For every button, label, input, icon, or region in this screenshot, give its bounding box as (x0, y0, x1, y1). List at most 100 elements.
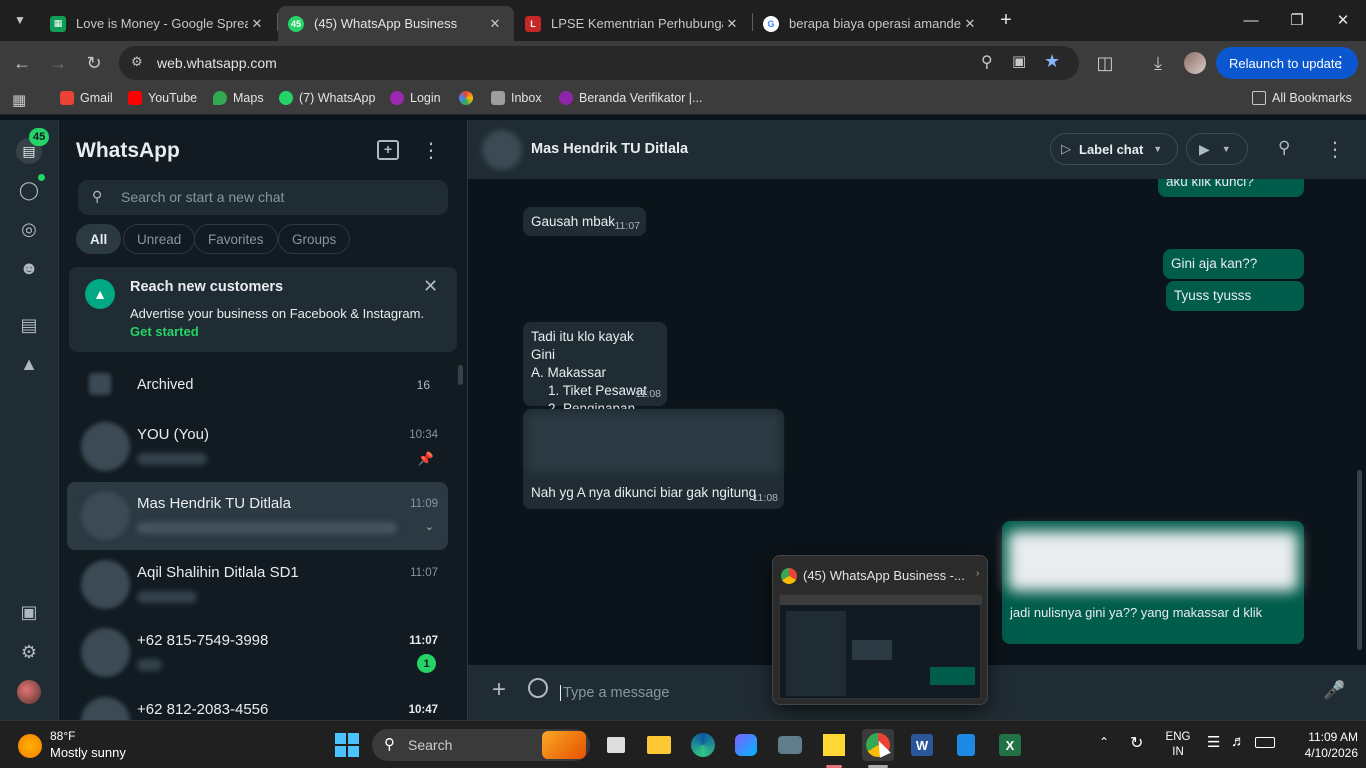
forward-button[interactable]: → (46, 51, 70, 75)
filter-unread[interactable]: Unread (123, 224, 196, 254)
incoming-message[interactable]: Tadi itu klo kayak Gini A. Makassar 1. T… (523, 322, 667, 416)
chat-menu-button[interactable]: ⋮ (1325, 137, 1345, 162)
downloads-button[interactable]: ⤓ (1146, 51, 1170, 75)
advertise-nav-button[interactable]: ▲ (17, 352, 41, 376)
archived-row[interactable]: Archived 16 (67, 365, 448, 405)
promo-link[interactable]: Get started (130, 324, 199, 339)
contact-avatar[interactable] (482, 130, 522, 170)
search-in-chat-button[interactable]: ⚲ (1278, 138, 1290, 158)
settings-nav-button[interactable]: ⚙ (17, 640, 41, 664)
battery-icon[interactable] (1255, 737, 1275, 748)
bookmark-gmail[interactable]: Gmail (60, 91, 113, 105)
outgoing-media-message[interactable]: jadi nulisnya gini ya?? yang makassar d … (1002, 521, 1304, 644)
attach-button[interactable]: + (492, 676, 506, 704)
bookmark-whatsapp[interactable]: (7) WhatsApp (279, 91, 375, 105)
restore-button[interactable]: ❐ (1274, 0, 1320, 40)
close-tab-icon[interactable]: ✕ (961, 16, 979, 32)
voice-message-button[interactable]: 🎤 (1323, 680, 1345, 701)
video-call-button[interactable]: ▶ ▼ (1186, 133, 1248, 165)
filter-all[interactable]: All (76, 224, 122, 254)
weather-widget[interactable]: 88°F Mostly sunny (16, 729, 156, 763)
bookmark-login[interactable]: Login (390, 91, 441, 105)
incoming-message[interactable]: Gausah mbak 11:07 (523, 207, 646, 236)
outgoing-message[interactable]: Tyuss tyusss (1166, 281, 1304, 311)
install-app-icon[interactable]: ▣ (1012, 52, 1026, 70)
all-bookmarks[interactable]: All Bookmarks (1252, 91, 1352, 105)
copilot-icon (735, 734, 757, 756)
chat-row-6281575493998[interactable]: +62 815-7549-3998 11:07 1 (67, 619, 448, 687)
menu-button[interactable]: ⋮ (421, 138, 441, 163)
contact-name[interactable]: Mas Hendrik TU Ditlala (531, 141, 688, 157)
taskbar-thumbnail-preview[interactable]: (45) WhatsApp Business -... › (772, 555, 988, 705)
word-button[interactable]: W (906, 729, 938, 761)
tab-lpse[interactable]: L LPSE Kementrian Perhubungan ✕ (515, 6, 751, 41)
camera-button[interactable] (774, 729, 806, 761)
unread-count-badge: 1 (417, 654, 436, 673)
conversation-scrollbar[interactable] (1357, 470, 1362, 650)
bookmark-star-icon[interactable]: ★ (1044, 51, 1060, 72)
task-view-button[interactable] (600, 729, 632, 761)
chat-row-you[interactable]: YOU (You) 10:34 📌 (67, 413, 448, 481)
apps-grid-icon[interactable]: ▦ (12, 91, 26, 109)
file-explorer-button[interactable] (643, 729, 675, 761)
outgoing-message[interactable]: Gini aja kan?? (1163, 249, 1304, 279)
tab-google-search[interactable]: G berapa biaya operasi amandel - ✕ (753, 6, 989, 41)
taskbar-search[interactable]: ⚲ Search (372, 729, 590, 761)
channels-nav-button[interactable]: ◎ (17, 217, 41, 241)
minimize-button[interactable]: — (1228, 0, 1274, 40)
incoming-media-message[interactable]: Nah yg A nya dikunci biar gak ngitung 11… (523, 409, 784, 509)
tab-whatsapp-business[interactable]: 45 (45) WhatsApp Business ✕ (278, 6, 514, 41)
communities-nav-button[interactable]: ☻ (17, 256, 41, 280)
profile-avatar[interactable] (17, 680, 41, 704)
calculator-button[interactable] (950, 729, 982, 761)
tab-search-button[interactable]: ▼ (8, 8, 32, 32)
chat-row-6281220834556[interactable]: +62 812-2083-4556 10:47 (67, 688, 448, 720)
label-chat-button[interactable]: ▷ Label chat ▼ (1050, 133, 1178, 165)
site-info-icon[interactable]: ⚙ (131, 54, 143, 70)
filter-groups[interactable]: Groups (278, 224, 351, 254)
close-tab-icon[interactable]: ✕ (486, 16, 504, 32)
start-button[interactable] (331, 729, 363, 761)
bookmark-photos[interactable] (459, 91, 479, 105)
bookmark-beranda[interactable]: Beranda Verifikator |... (559, 91, 702, 105)
zoom-icon[interactable]: ⚲ (981, 52, 993, 72)
catalog-nav-button[interactable]: ▤ (17, 313, 41, 337)
close-tab-icon[interactable]: ✕ (248, 16, 266, 32)
new-tab-button[interactable]: + (994, 8, 1018, 32)
close-window-button[interactable]: ✕ (1320, 0, 1366, 40)
close-tab-icon[interactable]: ✕ (723, 16, 741, 32)
sync-tray-icon[interactable]: ↻ (1130, 733, 1143, 753)
reload-button[interactable]: ↻ (82, 51, 106, 75)
address-bar[interactable]: ⚙ web.whatsapp.com ⚲ ▣ ★ (119, 46, 1079, 80)
volume-icon[interactable]: ♬ (1231, 733, 1246, 750)
bookmark-inbox[interactable]: Inbox (491, 91, 542, 105)
relaunch-button[interactable]: Relaunch to update ⋮ (1216, 47, 1358, 79)
bookmark-youtube[interactable]: YouTube (128, 91, 197, 105)
tray-overflow-button[interactable]: ⌃ (1099, 735, 1109, 749)
status-nav-button[interactable]: ◯ (17, 178, 41, 202)
edge-button[interactable] (687, 729, 719, 761)
back-button[interactable]: ← (10, 51, 34, 75)
media-nav-button[interactable]: ▣ (17, 600, 41, 624)
promo-close-button[interactable]: ✕ (423, 276, 438, 297)
chevron-down-icon[interactable]: ⌄ (425, 520, 434, 533)
excel-button[interactable]: X (994, 729, 1026, 761)
blurred-media (1008, 531, 1298, 591)
new-chat-button[interactable]: + (377, 140, 399, 160)
outgoing-message[interactable]: aku klik kunci? (1158, 179, 1304, 197)
bookmark-maps[interactable]: Maps (213, 91, 264, 105)
clock[interactable]: 11:09 AM 4/10/2026 (1288, 729, 1358, 761)
copilot-button[interactable] (730, 729, 762, 761)
chat-row-aqil[interactable]: Aqil Shalihin Ditlala SD1 11:07 (67, 551, 448, 619)
sticky-notes-button[interactable] (818, 729, 850, 761)
wifi-icon[interactable]: ☰ (1207, 733, 1220, 751)
search-box[interactable]: ⚲ Search or start a new chat (78, 180, 448, 215)
language-indicator[interactable]: ENG IN (1165, 730, 1191, 760)
chat-list-scrollbar[interactable] (458, 365, 463, 385)
tab-google-sheets[interactable]: ▦ Love is Money - Google Spread ✕ (40, 6, 276, 41)
chat-row-mas-hendrik[interactable]: Mas Hendrik TU Ditlala 11:09 ⌄ (67, 482, 448, 550)
emoji-button[interactable] (528, 678, 548, 698)
extensions-button[interactable]: ◫ (1093, 51, 1117, 75)
profile-avatar[interactable] (1184, 52, 1206, 74)
filter-favorites[interactable]: Favorites (194, 224, 278, 254)
